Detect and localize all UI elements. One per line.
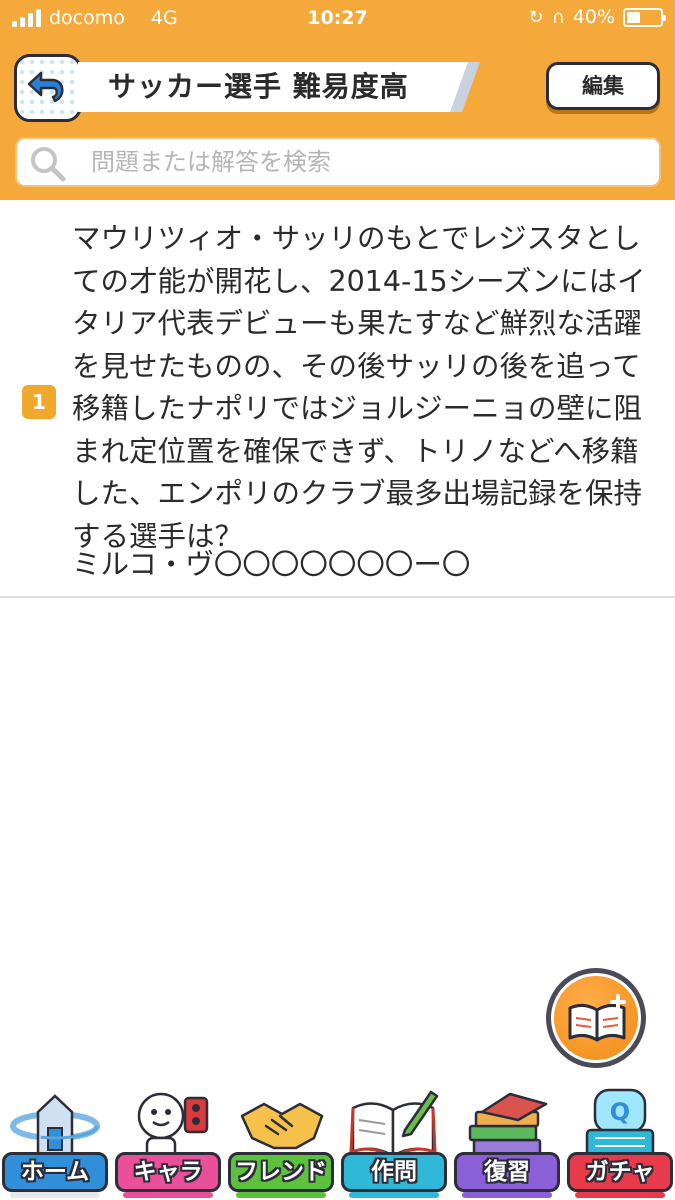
tab-friend-label: フレンド	[228, 1152, 334, 1192]
tab-gacha-label: ガチャ	[567, 1152, 673, 1192]
tab-gacha[interactable]: Q ガチャ	[565, 1080, 675, 1200]
home-icon	[10, 1094, 100, 1158]
add-question-button[interactable]	[546, 968, 646, 1068]
tab-friend[interactable]: フレンド	[226, 1080, 336, 1200]
search-bar[interactable]	[15, 137, 661, 187]
back-arrow-icon	[27, 71, 64, 103]
battery-icon	[623, 7, 666, 27]
book-stack-icon	[468, 1092, 548, 1156]
tab-friend-underline	[236, 1192, 326, 1198]
tab-home[interactable]: ホーム	[0, 1080, 110, 1200]
tab-character[interactable]: キャラ	[113, 1080, 223, 1200]
tab-create-question[interactable]: 作問	[339, 1080, 449, 1200]
question-row[interactable]: 1 マウリツィオ・サッリのもとでレジスタとしての才能が開花し、2014-15シー…	[0, 200, 675, 598]
rotation-lock-icon: ↻	[528, 6, 544, 28]
question-number-badge: 1	[22, 385, 56, 419]
battery-level	[627, 11, 640, 23]
tab-review[interactable]: 復習	[452, 1080, 562, 1200]
tab-home-underline	[10, 1192, 100, 1198]
tab-home-label: ホーム	[2, 1152, 108, 1192]
notebook-pen-icon	[349, 1090, 439, 1160]
add-question-button-face	[551, 973, 641, 1063]
headphones-icon: ∩	[551, 6, 565, 28]
character-icon	[137, 1092, 209, 1160]
question-list: 1 マウリツィオ・サッリのもとでレジスタとしての才能が開花し、2014-15シー…	[0, 200, 675, 598]
handshake-icon	[240, 1102, 324, 1150]
app-header: docomo 4G 10:27 ↻ ∩ 40% サッカー選手 難易度高 編集	[0, 0, 675, 200]
bottom-tab-bar: ホーム キャラ フレンド 作問 復習 Q ガチャ	[0, 1080, 675, 1200]
tab-review-label: 復習	[454, 1152, 560, 1192]
search-icon	[31, 147, 66, 182]
tab-create-question-underline	[349, 1192, 439, 1198]
book-plus-icon	[568, 994, 626, 1042]
question-answer: ミルコ・ヴ〇〇〇〇〇〇〇ー〇	[72, 548, 471, 581]
page-title: サッカー選手 難易度高	[108, 70, 409, 103]
page-title-banner: サッカー選手 難易度高	[78, 62, 480, 112]
back-button[interactable]	[14, 54, 82, 122]
tab-character-underline	[123, 1192, 213, 1198]
edit-button[interactable]: 編集	[546, 62, 660, 110]
status-bar: docomo 4G 10:27 ↻ ∩ 40%	[0, 0, 675, 38]
tab-character-label: キャラ	[115, 1152, 221, 1192]
question-text: マウリツィオ・サッリのもとでレジスタとしての才能が開花し、2014-15シーズン…	[72, 222, 646, 553]
svg-text:Q: Q	[610, 1098, 630, 1126]
gacha-machine-icon: Q	[585, 1088, 655, 1158]
search-input[interactable]	[91, 139, 651, 185]
battery-percent: 40%	[572, 6, 615, 28]
tab-create-question-label: 作問	[341, 1152, 447, 1192]
tab-review-underline	[462, 1192, 552, 1198]
tab-gacha-underline	[575, 1192, 665, 1198]
